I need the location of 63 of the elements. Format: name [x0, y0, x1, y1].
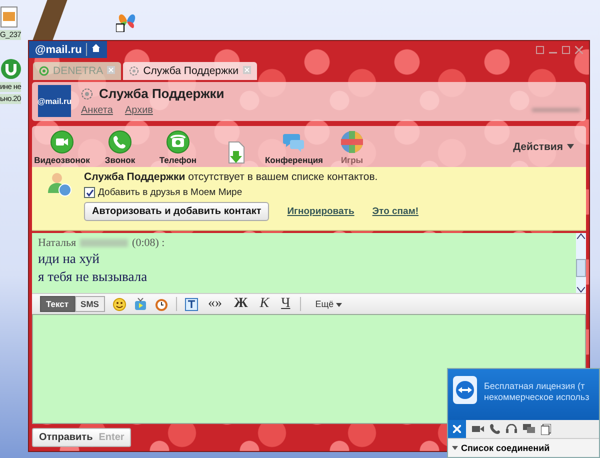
contact-link[interactable]: Анкета: [81, 105, 113, 116]
connection-list-header[interactable]: Список соединений: [448, 438, 599, 457]
close-button[interactable]: [448, 420, 466, 438]
handset-icon: [108, 130, 132, 154]
globe-icon: [340, 130, 364, 154]
headset-icon[interactable]: [506, 424, 517, 434]
checkbox[interactable]: [84, 187, 95, 198]
camera-icon: [50, 130, 74, 154]
home-icon[interactable]: [90, 43, 101, 53]
scroll-down-icon[interactable]: [577, 287, 585, 294]
contact-link[interactable]: Архив: [124, 105, 153, 116]
scrollbar[interactable]: [576, 233, 586, 294]
contact-avatar: @mail.ru: [38, 85, 71, 118]
user-question-icon: [46, 171, 72, 198]
actions-menu[interactable]: Действия: [507, 140, 580, 154]
alarm-clock-icon[interactable]: [154, 298, 168, 311]
mode-tab[interactable]: SMS: [74, 296, 105, 312]
flower-icon: [129, 66, 140, 76]
checkbox-label[interactable]: Добавить в друзья в Моем Мире: [98, 187, 242, 198]
blurred-surname: [80, 239, 128, 248]
authorize-button[interactable]: Авторизовать и добавить контакт: [84, 202, 270, 222]
close-icon: [453, 425, 461, 433]
chat-tab[interactable]: Служба Поддержки: [123, 62, 257, 80]
message-time: (0:08) :: [132, 237, 165, 250]
underline-button[interactable]: Ч: [279, 296, 292, 312]
notice-link[interactable]: Это спам!: [372, 206, 419, 218]
handset-icon[interactable]: [490, 424, 500, 434]
italic-button[interactable]: К: [258, 296, 272, 312]
mail-ru-home-bar[interactable]: @mail.ru: [29, 41, 107, 58]
notice-link[interactable]: Игнорировать: [287, 206, 354, 218]
caret-icon: [336, 303, 342, 308]
contact-name: Служба Поддержки: [99, 86, 224, 102]
bold-button[interactable]: Ж: [232, 296, 250, 312]
smiley-icon[interactable]: [112, 298, 126, 311]
notice-text: Служба Поддержки отсутствует в вашем списке контактов.: [84, 171, 379, 184]
license-text: некоммерческое использ: [484, 392, 590, 402]
call-button[interactable]: Звонок: [92, 130, 148, 166]
video-button[interactable]: Видеозвонок: [34, 130, 90, 166]
text-style-icon[interactable]: [184, 298, 198, 311]
more-menu[interactable]: Ещё: [309, 298, 348, 310]
license-text: Бесплатная лицензия (т: [484, 381, 586, 391]
tv-icon[interactable]: [134, 298, 147, 311]
send-button[interactable]: Отправить Enter: [32, 428, 132, 447]
scroll-up-icon[interactable]: [577, 233, 585, 240]
camera-icon[interactable]: [472, 424, 484, 434]
phone-button[interactable]: Телефон: [150, 130, 206, 166]
caret-icon: [452, 446, 458, 450]
message-text: иди на хуй: [38, 251, 100, 268]
quote-button[interactable]: «»: [206, 296, 224, 312]
message-text: я тебя не вызывала: [38, 269, 148, 286]
teamviewer-logo-icon: [452, 375, 478, 405]
blurred-status: [532, 108, 580, 112]
message-author: Наталья: [38, 237, 76, 250]
mode-tab[interactable]: Текст: [40, 296, 75, 312]
connection-list-label: Список соединений: [461, 443, 550, 453]
conference-button[interactable]: Конференция: [266, 130, 322, 166]
telephone-icon: [166, 130, 190, 154]
mail-ru-logo: @mail.ru: [35, 44, 82, 56]
chat-bubbles-icon[interactable]: [523, 424, 535, 434]
caret-icon: [567, 144, 574, 150]
documents-icon[interactable]: [541, 424, 551, 434]
flower-icon: [81, 88, 93, 100]
image-file-icon[interactable]: [0, 6, 18, 28]
